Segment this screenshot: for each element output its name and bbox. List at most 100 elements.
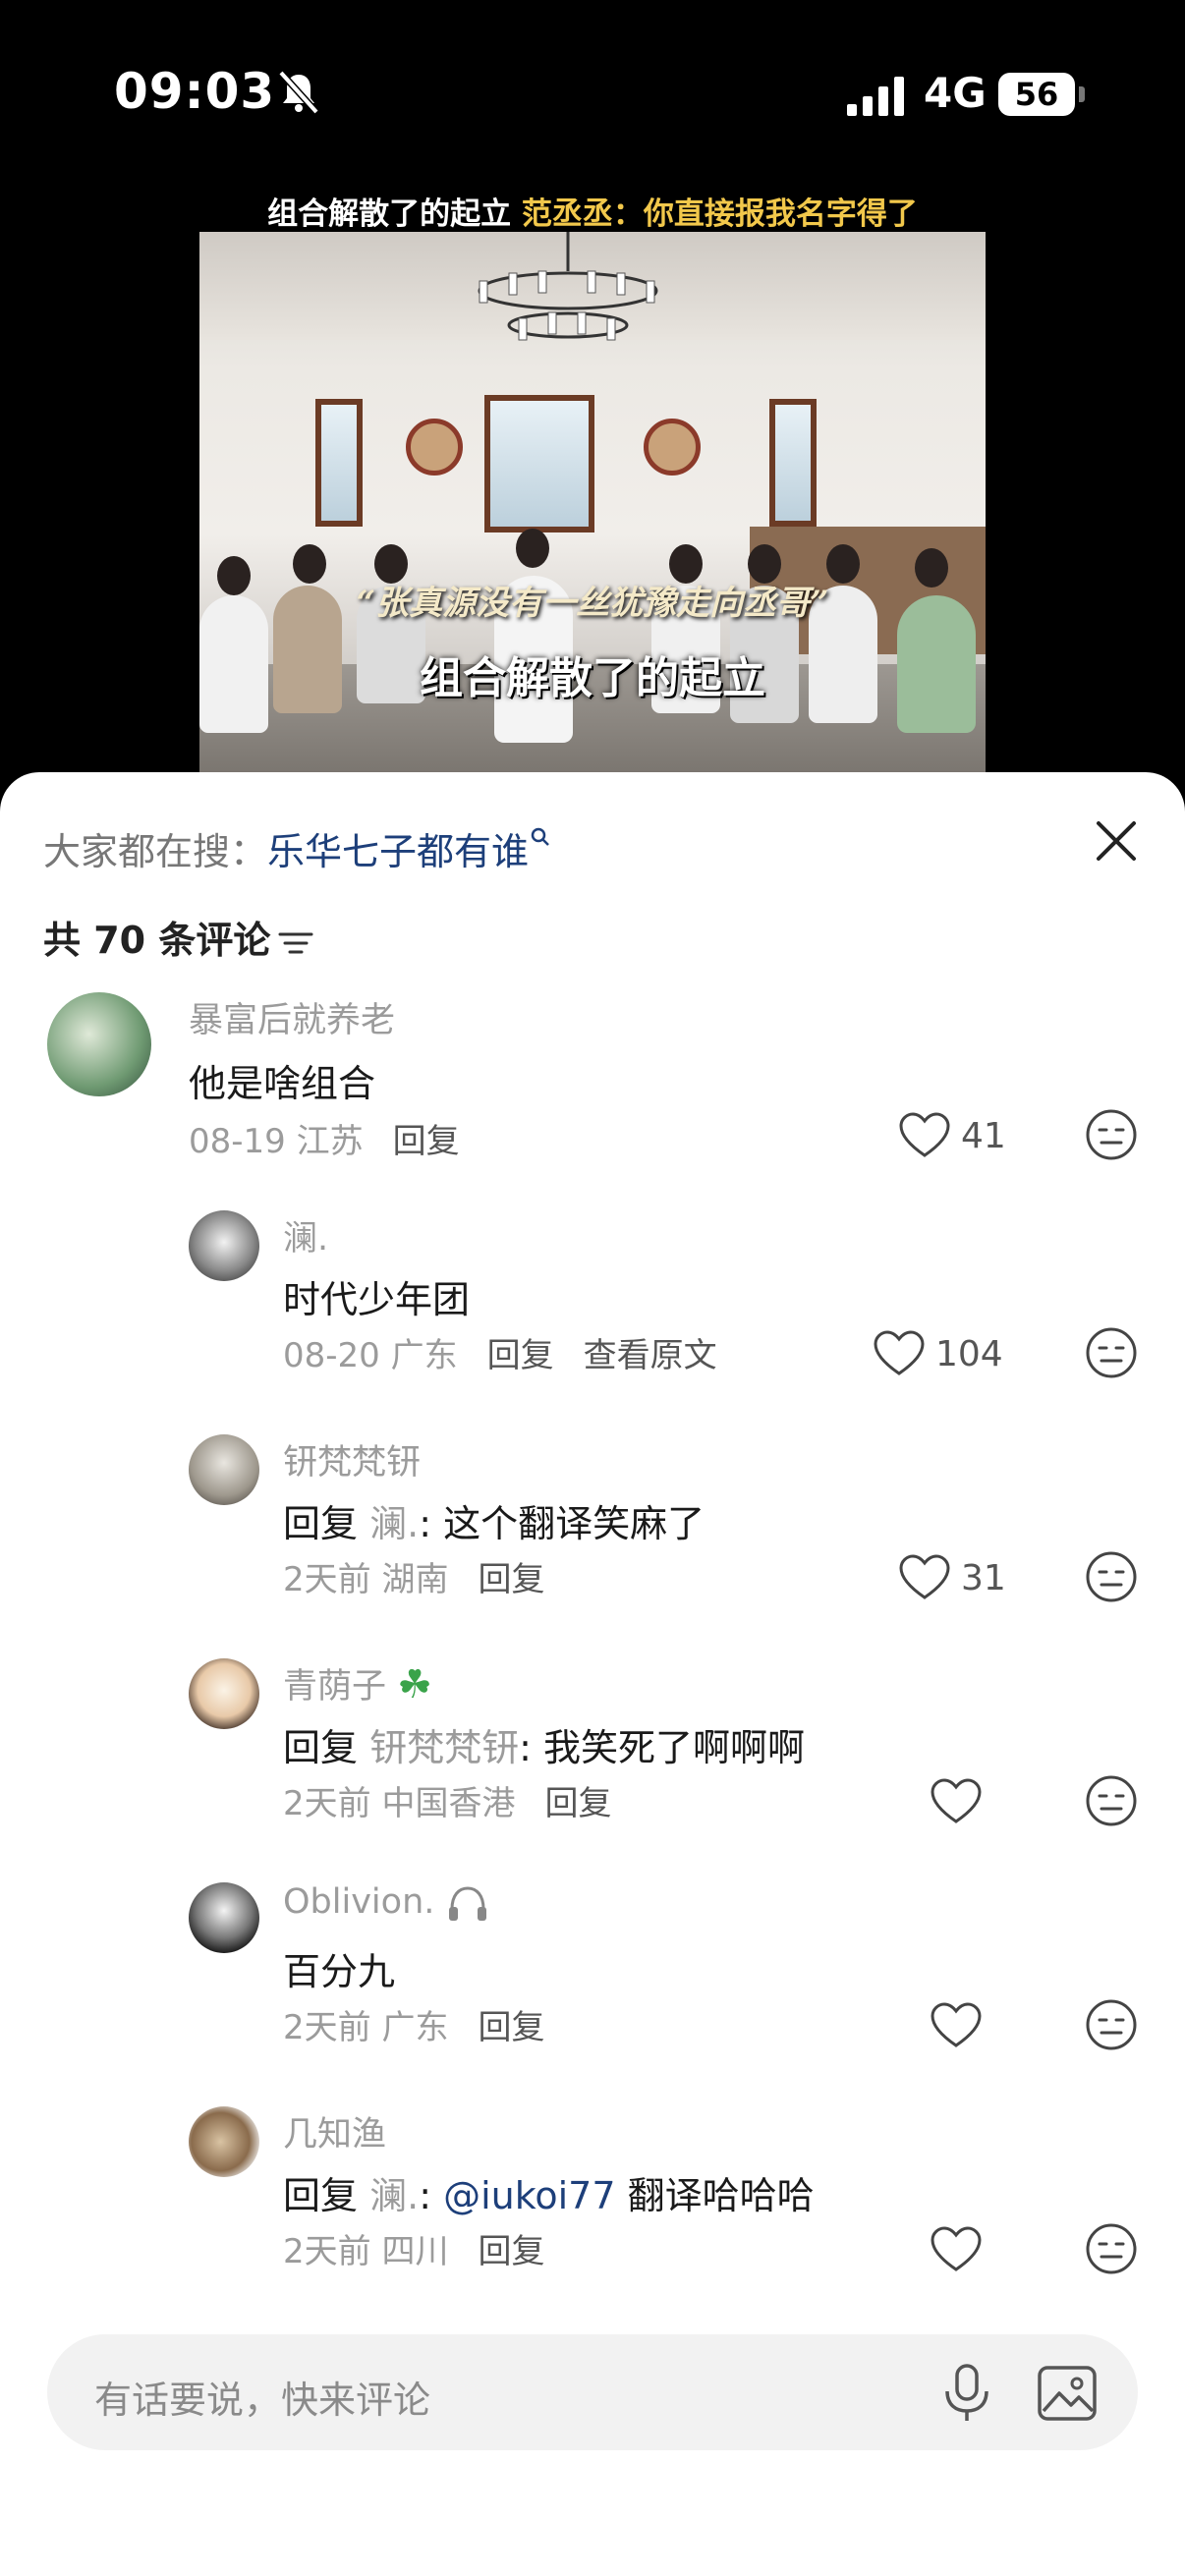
heart-icon: [931, 2226, 982, 2271]
status-time: 09:03: [114, 63, 276, 120]
view-original-button[interactable]: 查看原文: [584, 1336, 717, 1375]
comment-date: 2天前: [283, 1784, 371, 1823]
video-scene-window: [315, 399, 363, 527]
avatar[interactable]: [189, 1434, 259, 1505]
avatar[interactable]: [189, 2106, 259, 2177]
reply-target[interactable]: 钘梵梵钘: [369, 1726, 519, 1769]
comment-author[interactable]: 几知渔: [283, 2106, 386, 2156]
like-button[interactable]: [930, 1774, 992, 1829]
comment-text[interactable]: 回复 澜.: 这个翻译笑麻了: [283, 1493, 705, 1547]
comment-location: 广东: [381, 2008, 449, 2047]
bell-slash-icon: [278, 70, 319, 115]
comment-text[interactable]: 他是啥组合: [189, 1053, 375, 1107]
like-button[interactable]: 41: [898, 1108, 1006, 1163]
battery-cap: [1079, 86, 1085, 102]
comment-item[interactable]: 暴富后就养老 他是啥组合 08-19 江苏 回复 41: [0, 992, 1185, 1189]
comment-body: : 我笑死了啊啊啊: [519, 1726, 805, 1769]
video-caption-highlight: 范丞丞：你直接报我名字得了: [521, 196, 918, 232]
battery-indicator: 56: [998, 73, 1075, 116]
reply-item[interactable]: 几知渔 回复 澜.: @iukoi77 翻译哈哈哈 2天前 四川 回复: [0, 2106, 1185, 2303]
like-button[interactable]: [930, 2222, 992, 2277]
heart-icon: [931, 1778, 982, 1823]
comment-location: 江苏: [296, 1122, 364, 1161]
comment-meta: 08-20 广东 回复 查看原文: [283, 1328, 717, 1376]
reply-prefix: 回复: [283, 2174, 370, 2217]
comment-author[interactable]: 澜.: [283, 1210, 328, 1260]
reply-target[interactable]: 澜.: [369, 2174, 419, 2217]
comment-location: 广东: [390, 1336, 458, 1375]
reply-item[interactable]: 钘梵梵钘 回复 澜.: 这个翻译笑麻了 2天前 湖南 回复 31: [0, 1434, 1185, 1631]
search-icon: [531, 827, 549, 846]
comment-date: 08-19: [189, 1122, 286, 1161]
video-subtitle-main: 组合解散了的起立: [420, 653, 765, 703]
like-count: 104: [935, 1333, 1003, 1374]
reply-item[interactable]: 青荫子 ☘ 回复 钘梵梵钘: 我笑死了啊啊啊 2天前 中国香港 回复: [0, 1658, 1185, 1855]
trending-search-prefix: 大家都在搜：: [43, 830, 268, 873]
comment-location: 中国香港: [381, 1784, 516, 1823]
emblem-right: [644, 419, 701, 476]
reply-prefix: 回复: [283, 1726, 370, 1769]
comment-author[interactable]: 钘梵梵钘: [283, 1434, 421, 1484]
sort-icon[interactable]: [276, 926, 315, 960]
like-button[interactable]: 104: [873, 1326, 1003, 1381]
comment-author[interactable]: 青荫子 ☘: [283, 1658, 432, 1708]
video-subtitle-quote: “张真源没有一丝犹豫走向丞哥”: [356, 584, 829, 623]
reply-prefix: 回复: [283, 1502, 370, 1545]
reply-item[interactable]: Oblivion. 百分九 2天前 广东 回复: [0, 1882, 1185, 2079]
comment-separator: :: [419, 2174, 444, 2217]
video-player[interactable]: 组合解散了的起立 范丞丞：你直接报我名字得了 “张真源没有一丝犹豫走向丞哥” 组…: [0, 167, 1185, 796]
video-scene-window: [769, 399, 817, 527]
comment-author[interactable]: 暴富后就养老: [189, 992, 395, 1042]
video-caption: 组合解散了的起立 范丞丞：你直接报我名字得了: [0, 189, 1185, 233]
comment-text[interactable]: 回复 钘梵梵钘: 我笑死了啊啊啊: [283, 1717, 805, 1771]
meh-face-icon[interactable]: [1085, 1998, 1138, 2051]
reply-button[interactable]: 回复: [487, 1336, 554, 1375]
avatar[interactable]: [189, 1210, 259, 1281]
network-label: 4G: [924, 69, 987, 117]
comment-text[interactable]: 回复 澜.: @iukoi77 翻译哈哈哈: [283, 2165, 815, 2219]
avatar[interactable]: [189, 1882, 259, 1953]
author-name: 青荫子: [283, 1667, 387, 1707]
reply-button[interactable]: 回复: [544, 1784, 611, 1823]
like-button[interactable]: [930, 1998, 992, 2053]
reply-button[interactable]: 回复: [393, 1122, 460, 1161]
comment-meta: 2天前 湖南 回复: [283, 1552, 544, 1600]
emblem-left: [406, 419, 463, 476]
meh-face-icon[interactable]: [1085, 1550, 1138, 1603]
microphone-icon[interactable]: [937, 2362, 996, 2425]
signal-icon: [847, 77, 904, 116]
comment-body: 翻译哈哈哈: [615, 2174, 815, 2217]
comment-meta: 2天前 四川 回复: [283, 2224, 544, 2272]
mention-link[interactable]: @iukoi77: [443, 2174, 615, 2217]
reply-target[interactable]: 澜.: [369, 1502, 419, 1545]
video-scene-window: [484, 395, 594, 532]
trending-search-term[interactable]: 乐华七子都有谁: [267, 830, 529, 873]
avatar[interactable]: [189, 1658, 259, 1729]
reply-button[interactable]: 回复: [478, 1560, 544, 1599]
person-head: [516, 529, 549, 568]
comment-input[interactable]: 有话要说，快来评论: [47, 2334, 1138, 2450]
comment-body: : 这个翻译笑麻了: [419, 1502, 705, 1545]
meh-face-icon[interactable]: [1085, 1326, 1138, 1379]
comment-input-placeholder[interactable]: 有话要说，快来评论: [94, 2370, 430, 2424]
comment-author[interactable]: Oblivion.: [283, 1882, 489, 1923]
reply-item[interactable]: 澜. 时代少年团 08-20 广东 回复 查看原文 104: [0, 1210, 1185, 1407]
meh-face-icon[interactable]: [1085, 1774, 1138, 1827]
comment-count-text: 共 70 条评论: [43, 919, 271, 962]
reply-button[interactable]: 回复: [478, 2232, 544, 2271]
reply-button[interactable]: 回复: [478, 2008, 544, 2047]
video-frame[interactable]: “张真源没有一丝犹豫走向丞哥” 组合解散了的起立: [199, 232, 986, 782]
like-button[interactable]: 31: [898, 1550, 1006, 1605]
comment-meta: 08-19 江苏 回复: [189, 1114, 460, 1162]
meh-face-icon[interactable]: [1085, 1108, 1138, 1161]
comment-text[interactable]: 百分九: [283, 1941, 395, 1995]
trending-search[interactable]: 大家都在搜：乐华七子都有谁: [43, 821, 552, 875]
avatar[interactable]: [47, 992, 151, 1096]
comment-date: 2天前: [283, 2232, 371, 2271]
comment-sheet: 大家都在搜：乐华七子都有谁 共 70 条评论 暴富后就养老 他是啥组合 08-1…: [0, 772, 1185, 2576]
comment-text[interactable]: 时代少年团: [283, 1269, 470, 1323]
meh-face-icon[interactable]: [1085, 2222, 1138, 2275]
close-icon[interactable]: [1087, 812, 1146, 870]
comment-location: 四川: [381, 2232, 449, 2271]
image-icon[interactable]: [1036, 2364, 1099, 2423]
